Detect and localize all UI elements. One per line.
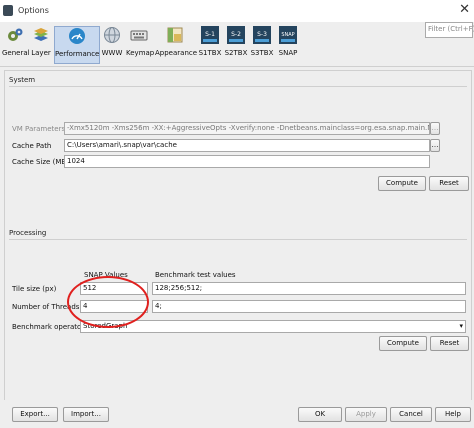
appearance-icon xyxy=(167,27,183,43)
snap-icon: SNAP xyxy=(279,26,297,44)
tab-layer[interactable]: Layer xyxy=(30,26,52,62)
title-bar: Options ✕ xyxy=(0,0,474,22)
export-button[interactable]: Export... xyxy=(12,407,58,422)
tab-snap-label: SNAP xyxy=(278,49,298,57)
options-toolbar: General Layer Performance WWW Keymap App… xyxy=(0,22,474,67)
cache-size-label: Cache Size (MB) xyxy=(12,158,69,166)
cache-path-field[interactable]: C:\Users\amari\.snap\var\cache xyxy=(64,139,430,152)
processing-reset-button[interactable]: Reset xyxy=(430,336,469,351)
tab-appearance[interactable]: Appearance xyxy=(155,26,198,62)
processing-compute-button[interactable]: Compute xyxy=(379,336,427,351)
cache-path-label: Cache Path xyxy=(12,142,52,150)
tab-general[interactable]: General xyxy=(2,26,30,62)
tab-s3tbx-label: S3TBX xyxy=(250,49,274,57)
dialog-footer: Export... Import... OK Apply Cancel Help xyxy=(0,400,474,428)
vm-parameters-label: VM Parameters xyxy=(12,125,66,133)
cache-path-value: C:\Users\amari\.snap\var\cache xyxy=(67,141,177,149)
s3tbx-icon: S-3 xyxy=(253,26,271,44)
gears-icon xyxy=(8,28,23,41)
cache-path-browse-button[interactable]: … xyxy=(430,139,440,152)
processing-section-title: Processing xyxy=(9,229,47,237)
layers-icon xyxy=(34,28,48,41)
vm-parameters-field: -Xmx5120m -Xms256m -XX:+AggressiveOpts -… xyxy=(64,122,430,135)
svg-text:S-2: S-2 xyxy=(231,31,241,38)
annotation-circle xyxy=(67,276,149,328)
globe-icon xyxy=(104,27,120,43)
tab-s3tbx[interactable]: S-3 S3TBX xyxy=(250,26,274,62)
svg-text:S-1: S-1 xyxy=(205,31,215,38)
cache-size-value: 1024 xyxy=(67,157,85,165)
tab-s2tbx[interactable]: S-2 S2TBX xyxy=(224,26,248,62)
tile-size-benchmark-field[interactable]: 128;256;512; xyxy=(152,282,466,295)
benchmark-operator-label: Benchmark operator xyxy=(12,323,85,331)
tab-performance[interactable]: Performance xyxy=(54,26,100,64)
tab-s1tbx[interactable]: S-1 S1TBX xyxy=(198,26,222,62)
filter-input[interactable]: Filter (Ctrl+F) xyxy=(425,22,474,38)
benchmark-operator-select[interactable]: StoredGraph ▾ xyxy=(80,320,466,333)
tab-keymap[interactable]: Keymap xyxy=(126,26,155,62)
tab-appearance-label: Appearance xyxy=(155,49,198,57)
cancel-button[interactable]: Cancel xyxy=(390,407,432,422)
ok-button[interactable]: OK xyxy=(298,407,342,422)
vm-parameters-more-button[interactable]: … xyxy=(430,122,440,135)
tab-s2tbx-label: S2TBX xyxy=(224,49,248,57)
close-icon[interactable]: ✕ xyxy=(459,2,470,17)
import-button[interactable]: Import... xyxy=(63,407,109,422)
window-title: Options xyxy=(18,6,49,15)
tile-size-benchmark-value: 128;256;512; xyxy=(155,284,203,292)
app-icon xyxy=(3,5,13,16)
help-button[interactable]: Help xyxy=(435,407,471,422)
system-divider xyxy=(9,86,467,87)
tab-snap[interactable]: SNAP SNAP xyxy=(276,26,300,62)
tab-www-label: WWW xyxy=(101,49,123,57)
chevron-down-icon: ▾ xyxy=(459,322,463,330)
processing-divider xyxy=(9,239,467,240)
system-compute-button[interactable]: Compute xyxy=(378,176,426,191)
svg-text:SNAP: SNAP xyxy=(281,32,294,38)
speedometer-icon xyxy=(69,28,85,44)
tile-size-label: Tile size (px) xyxy=(12,285,57,293)
vm-parameters-value: -Xmx5120m -Xms256m -XX:+AggressiveOpts -… xyxy=(67,124,430,132)
tab-layer-label: Layer xyxy=(31,49,51,57)
s1tbx-icon: S-1 xyxy=(201,26,219,44)
tab-keymap-label: Keymap xyxy=(126,49,155,57)
benchmark-values-header: Benchmark test values xyxy=(155,271,236,279)
s2tbx-icon: S-2 xyxy=(227,26,245,44)
cache-size-field[interactable]: 1024 xyxy=(64,155,430,168)
svg-text:S-3: S-3 xyxy=(257,31,267,38)
keyboard-icon xyxy=(130,30,148,41)
tab-general-label: General xyxy=(2,49,30,57)
filter-placeholder: Filter (Ctrl+F) xyxy=(428,25,474,33)
tab-performance-label: Performance xyxy=(55,50,100,58)
system-section-title: System xyxy=(9,76,36,84)
performance-panel xyxy=(4,70,472,402)
threads-benchmark-value: 4; xyxy=(155,302,162,310)
tab-www[interactable]: WWW xyxy=(101,26,123,62)
system-reset-button[interactable]: Reset xyxy=(429,176,469,191)
tab-s1tbx-label: S1TBX xyxy=(198,49,222,57)
threads-benchmark-field[interactable]: 4; xyxy=(152,300,466,313)
apply-button[interactable]: Apply xyxy=(345,407,387,422)
